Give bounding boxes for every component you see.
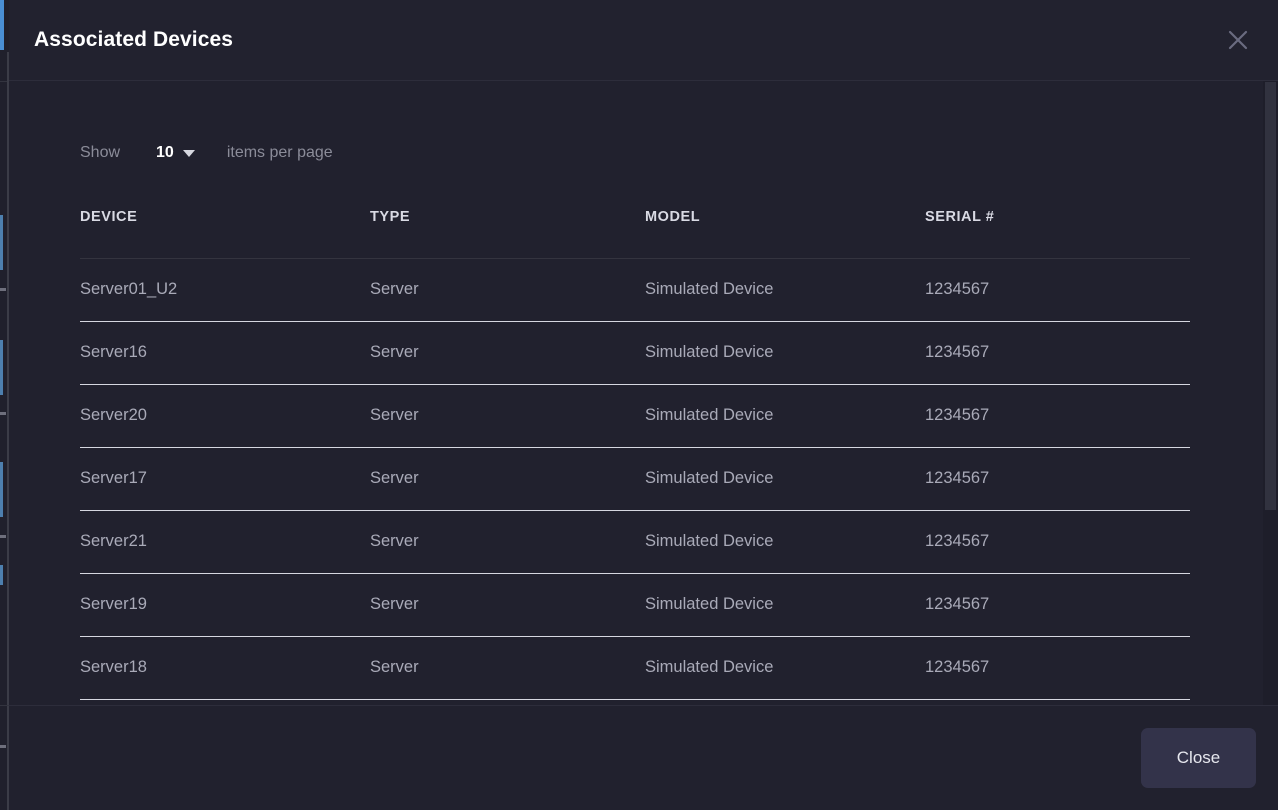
- table-header: DEVICE TYPE MODEL SERIAL #: [80, 209, 1190, 259]
- table-cell-type: Server: [370, 321, 645, 385]
- column-header-serial[interactable]: SERIAL #: [925, 209, 1190, 259]
- table-cell-model: Simulated Device: [645, 573, 925, 637]
- table-cell-type: Server: [370, 573, 645, 637]
- table-row[interactable]: Server16 Server Simulated Device 1234567: [80, 321, 1190, 385]
- background-marker: [0, 412, 6, 415]
- table-cell-model: Simulated Device: [645, 699, 925, 705]
- table-cell-model: Simulated Device: [645, 447, 925, 511]
- close-button[interactable]: Close: [1141, 728, 1256, 788]
- table-cell-serial: 1234567: [925, 321, 1190, 385]
- items-per-page-select[interactable]: 10: [156, 144, 195, 162]
- table-cell-type: Server: [370, 447, 645, 511]
- table-row[interactable]: Server17 Server Simulated Device 1234567: [80, 447, 1190, 511]
- background-marker: [0, 535, 6, 538]
- table-cell-serial: 1234567: [925, 447, 1190, 511]
- table-cell-model: Simulated Device: [645, 636, 925, 700]
- table-cell-device: Server16: [80, 321, 370, 385]
- table-cell-device: Server19: [80, 573, 370, 637]
- table-cell-model: Simulated Device: [645, 258, 925, 322]
- close-x-icon[interactable]: [1216, 18, 1260, 62]
- table-cell-type: Server: [370, 510, 645, 574]
- background-accent-bar: [0, 0, 4, 50]
- per-page-control: Show 10 items per page: [80, 138, 1198, 168]
- scrollbar-thumb[interactable]: [1265, 82, 1276, 510]
- table-cell-device: Server14: [80, 699, 370, 705]
- table-cell-serial: 1234567: [925, 573, 1190, 637]
- table-cell-device: Server01_U2: [80, 258, 370, 322]
- background-marker: [0, 462, 3, 517]
- table-body: Server01_U2 Server Simulated Device 1234567…: [80, 258, 1190, 705]
- background-marker: [0, 288, 6, 291]
- table-cell-serial: 1234567: [925, 510, 1190, 574]
- table-row[interactable]: Server19 Server Simulated Device 1234567: [80, 573, 1190, 637]
- background-marker: [0, 340, 3, 395]
- table-header-row: DEVICE TYPE MODEL SERIAL #: [80, 209, 1190, 259]
- table-row[interactable]: Server18 Server Simulated Device 1234567: [80, 636, 1190, 700]
- modal-body-scrollbar[interactable]: [1263, 81, 1278, 705]
- column-header-model[interactable]: MODEL: [645, 209, 925, 259]
- table-row[interactable]: Server20 Server Simulated Device 1234567: [80, 384, 1190, 448]
- items-per-page-value: 10: [156, 144, 174, 161]
- background-marker: [0, 215, 3, 270]
- background-marker: [0, 745, 6, 748]
- table-cell-device: Server17: [80, 447, 370, 511]
- table-cell-type: Server: [370, 258, 645, 322]
- table-cell-serial: 1234567: [925, 636, 1190, 700]
- table-cell-device: Server21: [80, 510, 370, 574]
- table-cell-model: Simulated Device: [645, 321, 925, 385]
- table-row[interactable]: Server14ServerSimulated Device1234567: [80, 699, 1190, 705]
- background-marker: [0, 565, 3, 585]
- associated-devices-modal: Associated Devices Show 10 items per pag…: [9, 0, 1278, 810]
- table-cell-type: Server: [370, 636, 645, 700]
- chevron-down-icon: [182, 149, 195, 157]
- modal-header: Associated Devices: [9, 0, 1278, 81]
- table-cell-type: Server: [370, 699, 645, 705]
- table-cell-serial: 1234567: [925, 699, 1190, 705]
- background-divider: [0, 705, 9, 706]
- table-cell-serial: 1234567: [925, 258, 1190, 322]
- modal-body: Show 10 items per page DEVICE TYPE MODEL: [9, 81, 1278, 705]
- show-label: Show: [80, 144, 121, 161]
- table-row[interactable]: Server21 Server Simulated Device 1234567: [80, 510, 1190, 574]
- modal-footer: Close: [9, 705, 1278, 810]
- column-header-device[interactable]: DEVICE: [80, 209, 370, 259]
- table-cell-model: Simulated Device: [645, 510, 925, 574]
- associated-devices-table: DEVICE TYPE MODEL SERIAL # Server01_U2 Se…: [80, 209, 1190, 705]
- items-per-page-suffix-label: items per page: [226, 144, 333, 161]
- table-cell-model: Simulated Device: [645, 384, 925, 448]
- table-row[interactable]: Server01_U2 Server Simulated Device 1234567: [80, 258, 1190, 322]
- table-cell-type: Server: [370, 384, 645, 448]
- page-title: Associated Devices: [34, 28, 234, 51]
- table-cell-serial: 1234567: [925, 384, 1190, 448]
- table-cell-device: Server18: [80, 636, 370, 700]
- column-header-type[interactable]: TYPE: [370, 209, 645, 259]
- table-cell-device: Server20: [80, 384, 370, 448]
